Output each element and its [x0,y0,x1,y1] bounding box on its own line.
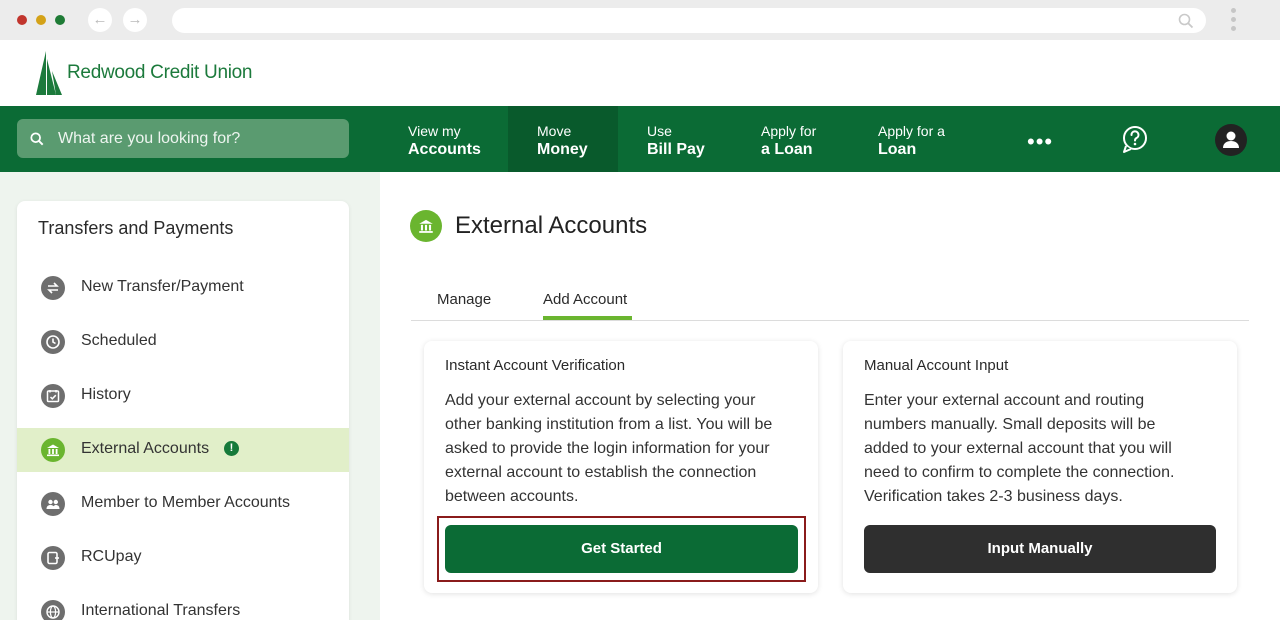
card-text-line: external account to establish the connec… [445,464,757,481]
nav-item-title: Bill Pay [647,141,705,158]
sidebar-item-scheduled[interactable]: Scheduled [17,320,349,364]
window-maximize-dot[interactable] [55,15,65,25]
globe-icon [41,600,65,620]
sidebar-item-external-accounts[interactable]: External Accounts ! [17,428,349,472]
brand-name[interactable]: Redwood Credit Union [67,62,252,84]
card-text-line: Add your external account by selecting y… [445,392,756,409]
card-text-line: other banking institution from a list. Y… [445,416,773,433]
nav-item-subtitle: View my [408,123,461,139]
nav-item-title: Accounts [408,141,481,158]
sidebar-item-label: Scheduled [81,332,157,349]
sidebar-item-new-transfer[interactable]: New Transfer/Payment [17,266,349,310]
card-description: Enter your external account and routing … [864,389,1174,509]
get-started-button[interactable]: Get Started [445,525,798,573]
help-chat-icon[interactable] [1120,124,1150,154]
site-search[interactable] [17,119,349,158]
page-title: External Accounts [455,212,648,239]
people-icon [41,492,65,516]
sidebar-title: Transfers and Payments [38,218,234,238]
nav-item-subtitle: Use [647,123,672,139]
more-menu-icon[interactable]: ••• [1027,129,1053,155]
tab-add-account[interactable]: Add Account [543,291,627,308]
sidebar-item-international[interactable]: International Transfers [17,590,349,620]
browser-chrome: ← → [0,0,1280,40]
card-text-line: between accounts. [445,488,579,505]
card-text-line: need to confirm to complete the connecti… [864,464,1175,481]
sidebar-item-label: Member to Member Accounts [81,494,290,511]
sidebar-item-label: History [81,386,131,403]
sidebar-item-label: International Transfers [81,602,241,619]
alert-badge-icon: ! [224,441,239,456]
search-icon [1178,13,1194,29]
nav-apply-loan[interactable]: Apply for a Loan [761,106,816,172]
sidebar-item-rcupay[interactable]: RCUpay [17,536,349,580]
sidebar-item-label: RCUpay [81,548,142,565]
bank-icon [41,438,65,462]
sidebar-item-history[interactable]: History [17,374,349,418]
sidebar-item-label: New Transfer/Payment [81,278,244,295]
bank-icon [410,210,442,242]
nav-item-title: a Loan [761,141,813,158]
nav-item-subtitle: Apply for a [878,123,945,139]
sidebar-item-member-to-member[interactable]: Member to Member Accounts [17,482,349,526]
logo-bar: Redwood Credit Union [0,40,1280,106]
card-title: Instant Account Verification [445,357,626,374]
card-description: Add your external account by selecting y… [445,389,772,509]
card-text-line: Enter your external account and routing [864,392,1145,409]
input-manually-button[interactable]: Input Manually [864,525,1216,573]
nav-item-title: Loan [878,141,917,158]
address-bar[interactable] [172,8,1206,33]
rcupay-icon [41,546,65,570]
transfer-arrows-icon [41,276,65,300]
card-text-line: Verification takes 2-3 business days. [864,488,1123,505]
back-arrow-icon[interactable]: ← [88,8,112,32]
search-icon [30,132,44,146]
card-text-line: numbers manually. Small deposits will be [864,416,1156,433]
nav-view-accounts[interactable]: View my Accounts [408,106,481,172]
nav-item-title: Money [537,141,588,158]
search-input[interactable] [58,119,338,158]
card-text-line: added to your external account that you … [864,440,1172,457]
tab-manage[interactable]: Manage [437,291,491,308]
nav-move-money[interactable]: Move Money [508,106,618,172]
card-title: Manual Account Input [864,357,1009,374]
nav-bill-pay[interactable]: Use Bill Pay [647,106,705,172]
nav-item-subtitle: Apply for [761,123,817,139]
window-close-dot[interactable] [17,15,27,25]
sidebar-item-label: External Accounts [81,440,210,457]
calendar-check-icon [41,384,65,408]
main-navigation: View my Accounts Move Money Use Bill Pay… [0,106,1280,172]
clock-icon [41,330,65,354]
nav-item-subtitle: Move [537,123,572,139]
forward-arrow-icon[interactable]: → [123,8,147,32]
nav-apply-loan-2[interactable]: Apply for a Loan [878,106,945,172]
browser-menu-icon[interactable] [1229,8,1237,34]
tab-divider [411,320,1249,321]
window-minimize-dot[interactable] [36,15,46,25]
redwood-logo-icon[interactable] [34,51,64,97]
user-avatar-icon[interactable] [1215,124,1247,156]
card-text-line: asked to provide the login information f… [445,440,770,457]
